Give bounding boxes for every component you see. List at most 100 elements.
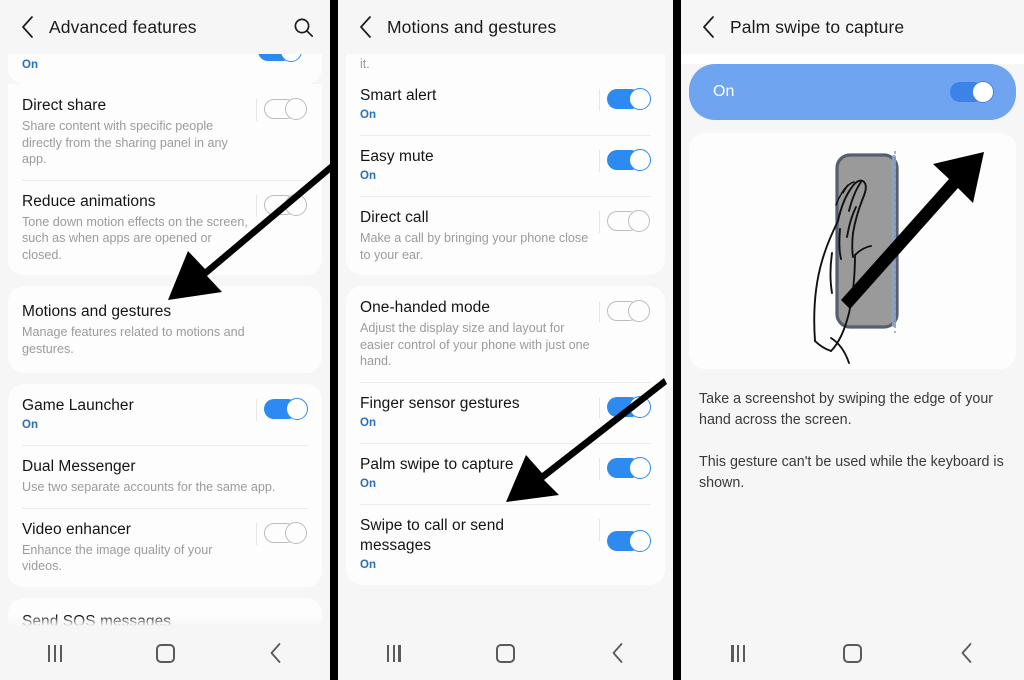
recents-icon <box>48 644 62 662</box>
toggle-swipe-to-call-or-send-messages[interactable] <box>607 529 651 552</box>
toggle-video-enhancer[interactable] <box>264 521 308 544</box>
row-text: Reduce animations Tone down motion effec… <box>22 192 262 264</box>
row-game-launcher[interactable]: Game Launcher On <box>8 384 322 445</box>
row-control <box>599 208 651 233</box>
toggle-direct-share[interactable] <box>264 98 308 120</box>
partial-row-toggle[interactable] <box>258 54 302 62</box>
nav-recents-button[interactable] <box>29 634 81 672</box>
row-text: Dual Messenger Use two separate accounts… <box>22 457 308 496</box>
toggle-direct-call[interactable] <box>607 210 651 232</box>
card-group-2: Motions and gestures Manage features rel… <box>8 286 322 373</box>
row-text: One-handed mode Adjust the display size … <box>360 298 605 370</box>
master-switch-bar[interactable]: On <box>689 64 1016 120</box>
row-text: Direct call Make a call by bringing your… <box>360 208 605 263</box>
back-chevron-icon <box>612 643 623 663</box>
toggle-finger-sensor-gestures[interactable] <box>607 395 651 418</box>
row-state: On <box>22 419 38 431</box>
row-text: Smart alert On <box>360 86 605 123</box>
search-button[interactable] <box>290 14 316 40</box>
row-subtitle: Make a call by bringing your phone close… <box>360 231 589 262</box>
screenshot-stage: Advanced features On Direct share Share … <box>0 0 1024 680</box>
row-dual-messenger[interactable]: Dual Messenger Use two separate accounts… <box>8 445 322 508</box>
row-state: On <box>360 170 376 182</box>
system-navbar <box>0 626 330 680</box>
panel-palm-swipe-to-capture: Palm swipe to capture On Take a screensh… <box>681 0 1024 680</box>
settings-list-advanced-features[interactable]: On Direct share Share content with speci… <box>0 54 330 680</box>
row-text: Easy mute On <box>360 147 605 184</box>
back-button[interactable] <box>14 12 40 42</box>
nav-back-button[interactable] <box>941 634 993 672</box>
nav-recents-button[interactable] <box>368 634 420 672</box>
back-button[interactable] <box>352 12 378 42</box>
page-title: Palm swipe to capture <box>730 16 905 37</box>
description-block: Take a screenshot by swiping the edge of… <box>689 385 1016 494</box>
row-text: Game Launcher On <box>22 396 262 433</box>
panel-divider-2 <box>673 0 681 680</box>
row-reduce-animations[interactable]: Reduce animations Tone down motion effec… <box>8 179 322 276</box>
row-one-handed-mode[interactable]: One-handed mode Adjust the display size … <box>346 286 665 382</box>
row-control <box>599 455 651 480</box>
nav-home-button[interactable] <box>826 634 878 672</box>
row-text: Motions and gestures Manage features rel… <box>22 302 308 357</box>
list-fade <box>338 616 673 626</box>
row-control <box>599 86 651 111</box>
back-chevron-icon <box>270 643 280 663</box>
chevron-left-icon <box>702 16 714 38</box>
home-icon <box>495 643 515 663</box>
row-control <box>599 394 651 419</box>
toggle-game-launcher[interactable] <box>264 398 308 420</box>
row-text: Finger sensor gestures On <box>360 394 605 431</box>
row-easy-mute[interactable]: Easy mute On <box>346 135 665 196</box>
row-palm-swipe-to-capture[interactable]: Palm swipe to capture On <box>346 442 665 504</box>
toggle-knob <box>628 210 650 232</box>
row-title: Direct share <box>22 97 107 114</box>
settings-list-motions-and-gestures[interactable]: it. Smart alert On Easy mute On Direct c… <box>338 54 673 680</box>
partial-row-top[interactable]: On <box>8 54 322 84</box>
page-title: Advanced features <box>49 16 197 37</box>
master-switch-label: On <box>713 83 735 100</box>
row-video-enhancer[interactable]: Video enhancer Enhance the image quality… <box>8 507 322 587</box>
nav-home-button[interactable] <box>479 634 531 672</box>
back-button[interactable] <box>695 12 721 42</box>
nav-recents-button[interactable] <box>712 634 764 672</box>
row-title: Palm swipe to capture <box>360 455 514 473</box>
master-switch-toggle[interactable] <box>950 81 994 103</box>
card-group-1: it. Smart alert On Easy mute On Direct c… <box>346 54 665 275</box>
row-control <box>599 516 651 552</box>
row-control <box>256 520 308 545</box>
toggle-knob <box>629 395 651 418</box>
row-title: Smart alert <box>360 87 437 104</box>
row-state: On <box>360 416 376 429</box>
card-group-3: Game Launcher On Dual Messenger Use two … <box>8 384 322 587</box>
toggle-palm-swipe-to-capture[interactable] <box>607 456 651 479</box>
partial-subtitle-text: it. <box>346 54 665 74</box>
toggle-knob <box>285 193 307 216</box>
row-state: On <box>360 558 376 571</box>
system-navbar <box>338 626 673 680</box>
row-subtitle: Use two separate accounts for the same a… <box>22 480 276 494</box>
toggle-one-handed-mode[interactable] <box>607 300 651 322</box>
list-fade <box>0 616 330 626</box>
row-swipe-to-call-or-send-messages[interactable]: Swipe to call or send messages On <box>346 503 665 585</box>
nav-home-button[interactable] <box>139 634 191 672</box>
row-text: Palm swipe to capture On <box>360 455 605 492</box>
row-title: Game Launcher <box>22 397 134 414</box>
chevron-left-icon <box>359 16 371 38</box>
row-state: On <box>360 109 376 121</box>
toggle-smart-alert[interactable] <box>607 88 651 110</box>
back-chevron-icon <box>961 643 972 663</box>
row-title: Dual Messenger <box>22 458 136 475</box>
row-direct-share[interactable]: Direct share Share content with specific… <box>8 84 322 180</box>
card-group-2: One-handed mode Adjust the display size … <box>346 286 665 585</box>
panel-advanced-features: Advanced features On Direct share Share … <box>0 0 330 680</box>
row-direct-call[interactable]: Direct call Make a call by bringing your… <box>346 196 665 275</box>
nav-back-button[interactable] <box>591 634 643 672</box>
row-smart-alert[interactable]: Smart alert On <box>346 74 665 135</box>
toggle-easy-mute[interactable] <box>607 149 651 171</box>
recents-icon <box>387 644 401 662</box>
nav-back-button[interactable] <box>249 634 301 672</box>
row-motions-and-gestures[interactable]: Motions and gestures Manage features rel… <box>8 286 322 373</box>
toggle-reduce-animations[interactable] <box>264 193 308 216</box>
row-title: Video enhancer <box>22 520 132 538</box>
row-finger-sensor-gestures[interactable]: Finger sensor gestures On <box>346 381 665 443</box>
